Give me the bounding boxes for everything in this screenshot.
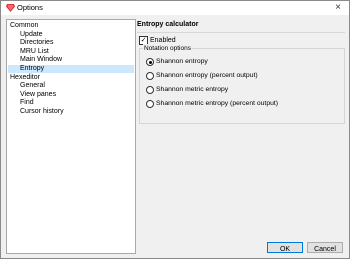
tree-item-mru-list[interactable]: MRU List (20, 48, 49, 56)
tree-item-hexeditor[interactable]: Hexeditor (10, 74, 40, 82)
tree-item-update[interactable]: Update (20, 31, 43, 39)
options-tree[interactable]: Common Update Directories MRU List Main Wind… (6, 19, 136, 254)
radio-button[interactable] (146, 86, 154, 94)
tree-item-main-window[interactable]: Main Window (20, 56, 62, 64)
tree-item-general[interactable]: General (20, 82, 45, 90)
radio-button[interactable] (146, 72, 154, 80)
radio-button[interactable] (146, 100, 154, 108)
window-title: Options (17, 3, 43, 12)
panel-title: Entropy calculator (137, 21, 199, 28)
entropy-panel: Entropy calculator ✓ Enabled Notation op… (137, 19, 345, 239)
options-dialog: Options × Common Update Directories MRU Lis… (0, 0, 350, 259)
divider (137, 32, 345, 33)
radio-label[interactable]: Shannon metric entropy (percent output) (156, 99, 278, 108)
tree-item-cursor-history[interactable]: Cursor history (20, 108, 64, 116)
radio-label[interactable]: Shannon entropy (156, 57, 208, 66)
notation-options-title: Notation options (143, 44, 192, 53)
close-icon[interactable]: × (333, 3, 343, 13)
title-bar[interactable]: Options × (1, 1, 349, 15)
tree-item-common[interactable]: Common (10, 22, 38, 30)
cancel-button[interactable]: Cancel (307, 242, 343, 253)
ok-button[interactable]: OK (267, 242, 303, 253)
radio-label[interactable]: Shannon metric entropy (156, 85, 228, 94)
notation-options-group: Notation options Shannon entropy Shannon… (139, 44, 345, 124)
radio-label[interactable]: Shannon entropy (percent output) (156, 71, 258, 80)
tree-item-view-panes[interactable]: View panes (20, 91, 56, 99)
ruby-gem-icon (6, 4, 15, 12)
tree-item-find[interactable]: Find (20, 99, 34, 107)
tree-item-directories[interactable]: Directories (20, 39, 53, 47)
radio-button[interactable] (146, 58, 154, 66)
tree-item-entropy[interactable]: Entropy (8, 65, 134, 73)
